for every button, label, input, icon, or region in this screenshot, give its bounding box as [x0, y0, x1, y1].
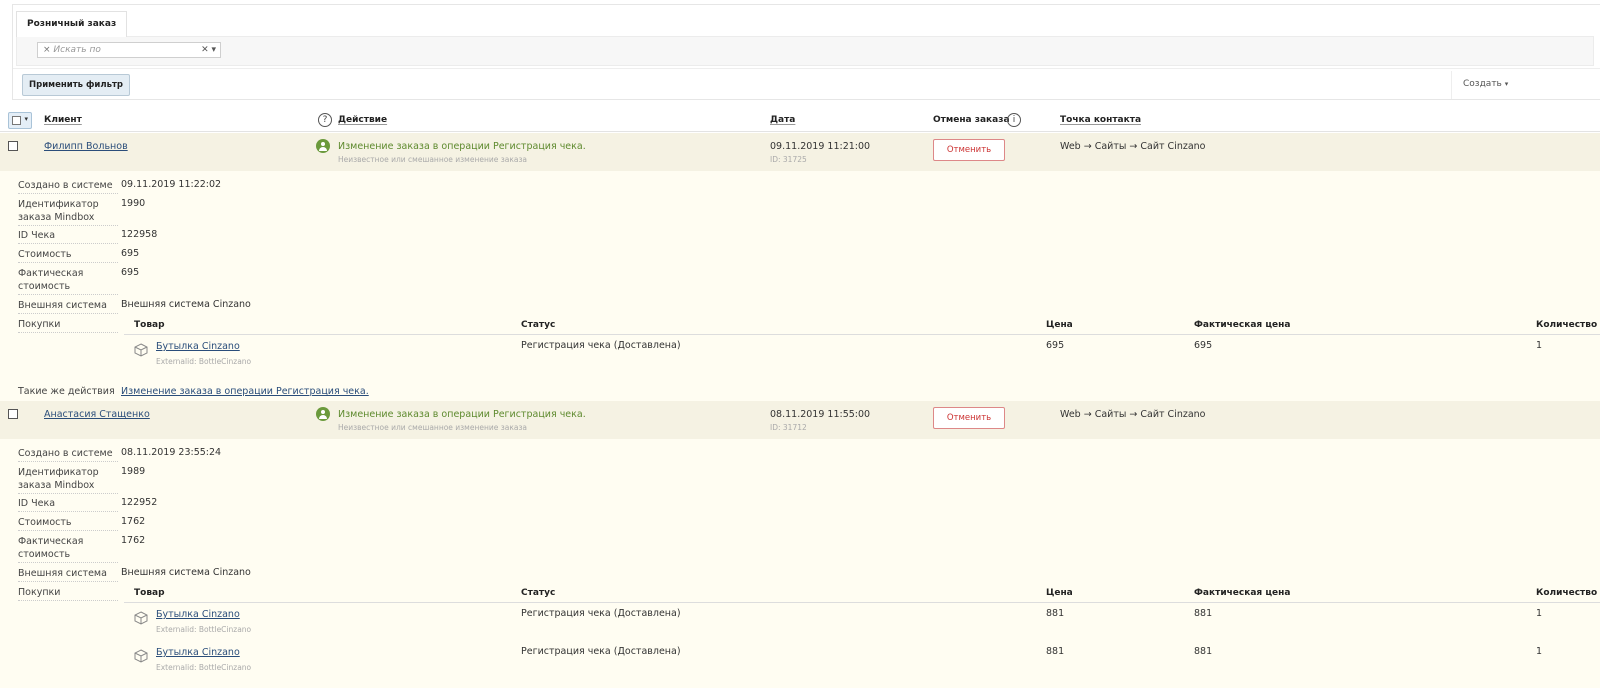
external-id: Externalid: BottleCinzano — [156, 357, 252, 366]
create-label: Создать — [1463, 79, 1502, 89]
header-date[interactable]: Дата — [770, 115, 795, 125]
search-placeholder: Искать по — [53, 45, 101, 55]
order-id: ID: 31712 — [770, 423, 807, 432]
order-details: Создано в системе 08.11.2019 23:55:24 Иде… — [0, 439, 1600, 688]
info-icon[interactable]: i — [1007, 113, 1021, 127]
help-icon[interactable]: ? — [318, 113, 332, 127]
purchases-header: Товар Статус Цена Фактическая цена Колич… — [124, 585, 1600, 603]
order-date: 09.11.2019 11:21:00 — [770, 141, 871, 152]
chevron-down-icon: ▾ — [24, 115, 28, 123]
list-item: Бутылка Cinzano Externalid: BottleCinzan… — [124, 605, 1600, 643]
row-checkbox[interactable] — [8, 141, 18, 151]
item-actual-price: 881 — [1194, 646, 1213, 657]
order-date: 08.11.2019 11:55:00 — [770, 409, 871, 420]
client-link[interactable]: Филипп Вольнов — [44, 141, 128, 152]
divider — [1451, 71, 1452, 99]
list-item: Бутылка Cinzano Externalid: BottleCinzan… — [124, 337, 1600, 375]
action-subtitle: Неизвестное или смешанное изменение зака… — [338, 155, 528, 164]
item-status: Регистрация чека (Доставлена) — [521, 608, 681, 619]
external-id: Externalid: BottleCinzano — [156, 625, 252, 634]
external-id: Externalid: BottleCinzano — [156, 663, 252, 672]
apply-filter-button[interactable]: Применить фильтр — [22, 74, 130, 96]
product-link[interactable]: Бутылка Cinzano — [156, 341, 240, 352]
item-status: Регистрация чека (Доставлена) — [521, 340, 681, 351]
table-row[interactable]: Анастасия Стащенко Изменение заказа в оп… — [0, 401, 1600, 439]
item-status: Регистрация чека (Доставлена) — [521, 646, 681, 657]
item-price: 881 — [1046, 608, 1065, 619]
header-contact[interactable]: Точка контакта — [1060, 115, 1141, 125]
row-checkbox[interactable] — [8, 409, 18, 419]
action-subtitle: Неизвестное или смешанное изменение зака… — [338, 423, 528, 432]
clear-dropdown-icon[interactable]: ✕ ▾ — [201, 43, 216, 57]
same-actions-link[interactable]: Изменение заказа в операции Регистрация … — [121, 386, 369, 397]
package-icon — [134, 343, 148, 357]
filter-row: × Искать по ✕ ▾ — [16, 36, 1594, 66]
contact-point: Web → Сайты → Сайт Cinzano — [1060, 409, 1206, 420]
table-row[interactable]: Филипп Вольнов Изменение заказа в операц… — [0, 133, 1600, 171]
item-quantity: 1 — [1536, 608, 1543, 619]
search-prefix: × — [43, 45, 51, 55]
item-quantity: 1 — [1536, 340, 1543, 351]
user-icon — [316, 139, 330, 153]
item-actual-price: 881 — [1194, 608, 1213, 619]
search-input[interactable]: × Искать по ✕ ▾ — [37, 42, 221, 58]
tab-retail-order[interactable]: Розничный заказ — [16, 11, 128, 37]
purchases-header: Товар Статус Цена Фактическая цена Колич… — [124, 317, 1600, 335]
client-link[interactable]: Анастасия Стащенко — [44, 409, 150, 420]
order-id: ID: 31725 — [770, 155, 807, 164]
filter-panel: Розничный заказ × Искать по ✕ ▾ Применит… — [12, 4, 1600, 100]
create-button[interactable]: Создать ▾ — [1463, 79, 1508, 89]
cancel-button[interactable]: Отменить — [933, 407, 1005, 429]
package-icon — [134, 611, 148, 625]
header-cancel: Отмена заказа — [933, 115, 1010, 125]
cancel-button[interactable]: Отменить — [933, 139, 1005, 161]
chevron-down-icon: ▾ — [1504, 80, 1509, 88]
checkbox-icon — [12, 116, 21, 125]
list-item: Бутылка Cinzano Externalid: BottleCinzan… — [124, 643, 1600, 681]
product-link[interactable]: Бутылка Cinzano — [156, 609, 240, 620]
filter-actions: Применить фильтр Создать ▾ — [13, 68, 1600, 100]
contact-point: Web → Сайты → Сайт Cinzano — [1060, 141, 1206, 152]
action-title: Изменение заказа в операции Регистрация … — [338, 141, 586, 152]
header-client[interactable]: Клиент — [44, 115, 82, 125]
order-details: Создано в системе 09.11.2019 11:22:02 Иде… — [0, 171, 1600, 401]
package-icon — [134, 649, 148, 663]
item-quantity: 1 — [1536, 646, 1543, 657]
item-price: 881 — [1046, 646, 1065, 657]
product-link[interactable]: Бутылка Cinzano — [156, 647, 240, 658]
action-title: Изменение заказа в операции Регистрация … — [338, 409, 586, 420]
item-actual-price: 695 — [1194, 340, 1213, 351]
header-action[interactable]: Действие — [338, 115, 387, 125]
user-icon — [316, 407, 330, 421]
select-all-checkbox[interactable]: ▾ — [8, 112, 32, 129]
same-actions-label: Такие же действия — [18, 386, 115, 397]
table-header: ▾ Клиент ? Действие Дата Отмена заказа i… — [0, 111, 1600, 132]
item-price: 695 — [1046, 340, 1065, 351]
